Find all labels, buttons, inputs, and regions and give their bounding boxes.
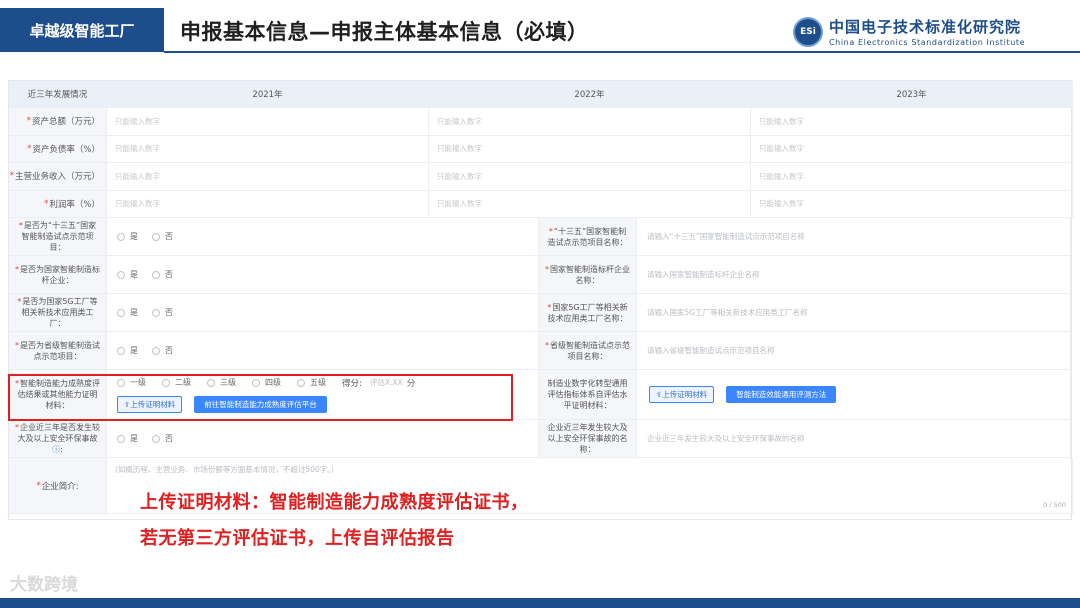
qualification-section: *是否为“十三五”国家智能制造试点示范项目： 是 否 *“十三五”国家智能制造试…: [9, 218, 1071, 370]
main-revenue-2023-input[interactable]: 只能输入数字: [751, 163, 1073, 191]
row-label-debt-ratio: * 资产负债率（%）: [9, 135, 107, 163]
logo-english-name: China Electronics Standardization Instit…: [829, 38, 1026, 47]
radio-circle-icon: [152, 346, 160, 355]
accident-name-input[interactable]: 企业近三年发生较大及以上安全环保事故的名称: [637, 420, 1071, 458]
benchmark-radio-group: 是 否: [107, 256, 539, 294]
5g-factory-radio-group: 是 否: [107, 294, 539, 332]
provincial-pilot-name-input[interactable]: 请输入省级智能制造试点示范项目名称: [637, 332, 1071, 370]
radio-no[interactable]: 否: [152, 231, 173, 242]
radio-no[interactable]: 否: [152, 433, 173, 444]
radio-yes[interactable]: 是: [117, 433, 138, 444]
digital-transform-label: 制造业数字化转型通用评估指标体系自评估水平证明材料：: [539, 370, 637, 420]
total-assets-2021-input[interactable]: 只能输入数字: [107, 108, 429, 136]
accident-name-label: 企业近三年发生较大及以上安全环保事故的名称：: [539, 420, 637, 458]
pilot-project-radio-group: 是 否: [107, 218, 539, 256]
provincial-pilot-radio-group: 是 否: [107, 332, 539, 370]
table-header-2021: 2021年: [107, 81, 429, 108]
profit-margin-2022-input[interactable]: 只能输入数字: [429, 190, 751, 218]
debt-ratio-2023-input[interactable]: 只能输入数字: [751, 135, 1073, 163]
radio-yes[interactable]: 是: [117, 231, 138, 242]
header-divider: [164, 51, 1080, 53]
footer-bar: [0, 598, 1080, 608]
logo-chinese-name: 中国电子技术标准化研究院: [829, 18, 1022, 36]
pilot-project-label: *是否为“十三五”国家智能制造试点示范项目：: [9, 218, 107, 256]
annotation-line-1: 上传证明材料：智能制造能力成熟度评估证书，: [140, 492, 529, 513]
debt-ratio-2022-input[interactable]: 只能输入数字: [429, 135, 751, 163]
esi-logo-icon: ESi: [793, 16, 823, 47]
table-header-2022: 2022年: [429, 81, 751, 108]
company-intro-label: * 企业简介:: [9, 458, 107, 514]
profit-margin-2023-input[interactable]: 只能输入数字: [751, 190, 1073, 218]
radio-no[interactable]: 否: [152, 345, 173, 356]
row-label-profit-margin: * 利润率（%）: [9, 190, 107, 218]
watermark: 大数跨境: [10, 575, 78, 595]
radio-yes[interactable]: 是: [117, 269, 138, 280]
total-assets-2023-input[interactable]: 只能输入数字: [751, 108, 1073, 136]
pilot-project-name-input[interactable]: 请输入“十三五”国家智能制造试点示范项目名称: [637, 218, 1071, 256]
debt-ratio-2021-input[interactable]: 只能输入数字: [107, 135, 429, 163]
provincial-pilot-name-label: *省级智能制造试点示范项目名称：: [539, 332, 637, 370]
provincial-pilot-label: *是否为省级智能制造试点示范项目：: [9, 332, 107, 370]
5g-factory-name-label: *国家5G工厂等相关新技术应用类工厂名称：: [539, 294, 637, 332]
benchmark-label: *是否为国家智能制造标杆企业：: [9, 256, 107, 294]
char-counter: 0 / 500: [1043, 501, 1066, 509]
radio-circle-icon: [117, 434, 125, 443]
5g-factory-name-input[interactable]: 请输入国家5G工厂等相关新技术应用类工厂名称: [637, 294, 1071, 332]
development-table: 近三年发展情况 2021年 2022年 2023年 * 资产总额（万元） 只能输入…: [9, 81, 1073, 218]
radio-yes[interactable]: 是: [117, 307, 138, 318]
annotation-line-2: 若无第三方评估证书，上传自评估报告: [140, 528, 455, 549]
table-header-label: 近三年发展情况: [9, 81, 107, 108]
radio-circle-icon: [117, 232, 125, 241]
total-assets-2022-input[interactable]: 只能输入数字: [429, 108, 751, 136]
profit-margin-2021-input[interactable]: 只能输入数字: [107, 190, 429, 218]
radio-no[interactable]: 否: [152, 269, 173, 280]
safety-section: *企业近三年是否发生较大及以上安全环保事故 ⓘ: 是 否 企业近三年发生较大及以…: [9, 420, 1071, 458]
row-label-main-revenue: * 主营业务收入（万元）: [9, 163, 107, 191]
safety-accident-radio-group: 是 否: [107, 420, 539, 458]
main-revenue-2022-input[interactable]: 只能输入数字: [429, 163, 751, 191]
benchmark-name-label: *国家智能制造标杆企业名称：: [539, 256, 637, 294]
maturity-highlight-box: [8, 374, 513, 421]
radio-circle-icon: [117, 270, 125, 279]
row-label-total-assets: * 资产总额（万元）: [9, 108, 107, 136]
evaluation-method-button[interactable]: 智能制造效能通用评测方法: [726, 386, 837, 403]
declaration-form: 近三年发展情况 2021年 2022年 2023年 * 资产总额（万元） 只能输入…: [8, 80, 1073, 520]
main-revenue-2021-input[interactable]: 只能输入数字: [107, 163, 429, 191]
slide-title: 申报基本信息—申报主体基本信息（必填）: [180, 20, 589, 44]
help-icon[interactable]: ⓘ: [52, 445, 60, 454]
radio-circle-icon: [152, 434, 160, 443]
5g-factory-label: *是否为国家5G工厂等相关新技术应用类工厂：: [9, 294, 107, 332]
radio-no[interactable]: 否: [152, 307, 173, 318]
radio-circle-icon: [152, 270, 160, 279]
table-header-2023: 2023年: [751, 81, 1073, 108]
digital-transform-field: ⇪ 上传证明材料 智能制造效能通用评测方法: [637, 370, 1071, 420]
section-tag: 卓越级智能工厂: [0, 8, 164, 52]
pilot-project-name-label: *“十三五”国家智能制造试点示范项目名称：: [539, 218, 637, 256]
radio-yes[interactable]: 是: [117, 345, 138, 356]
safety-accident-label: *企业近三年是否发生较大及以上安全环保事故 ⓘ:: [9, 420, 107, 458]
benchmark-name-input[interactable]: 请输入国家智能制造标杆企业名称: [637, 256, 1071, 294]
radio-circle-icon: [117, 308, 125, 317]
radio-circle-icon: [152, 232, 160, 241]
upload-proof-button[interactable]: ⇪ 上传证明材料: [649, 386, 715, 403]
radio-circle-icon: [152, 308, 160, 317]
radio-circle-icon: [117, 346, 125, 355]
institute-logo: ESi 中国电子技术标准化研究院 China Electronics Stand…: [793, 16, 1025, 47]
